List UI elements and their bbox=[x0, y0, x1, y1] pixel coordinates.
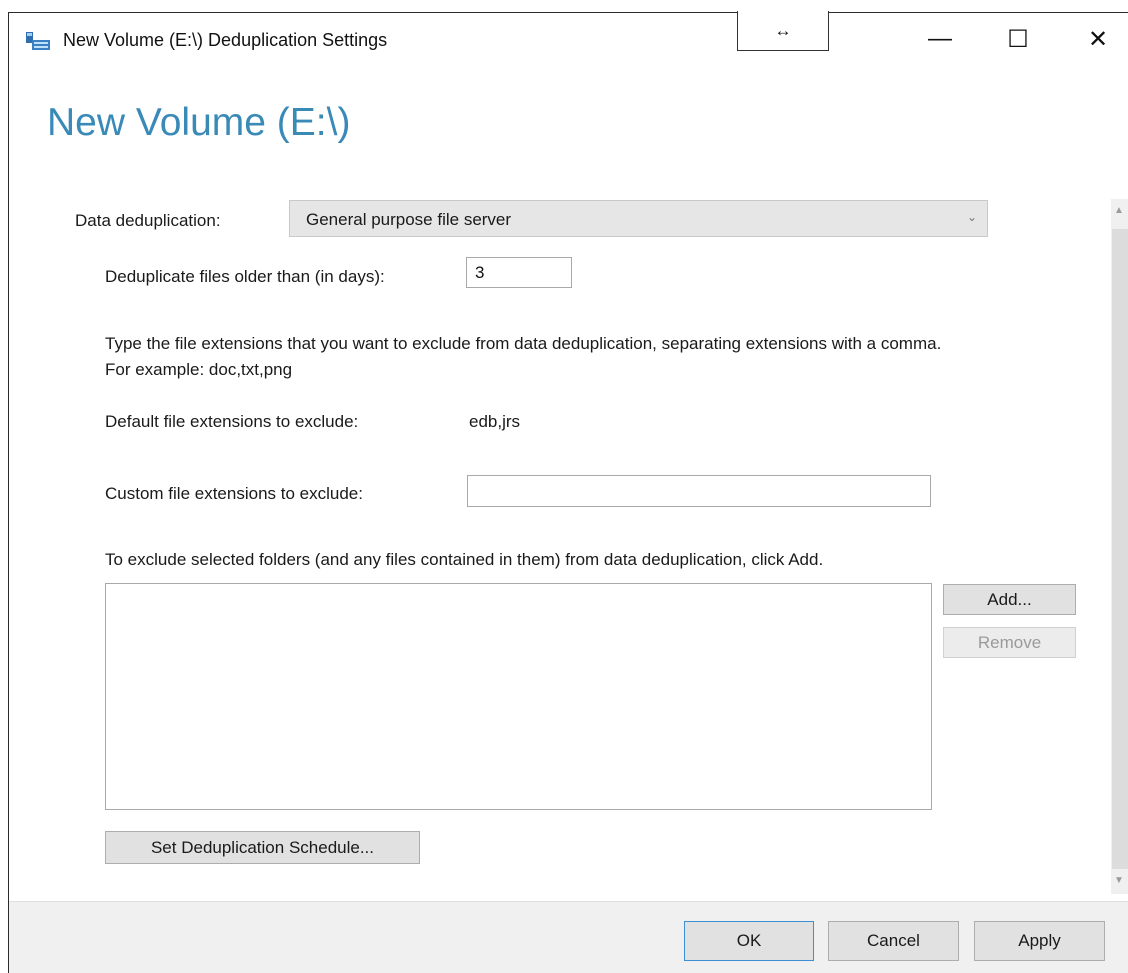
dedup-mode-value: General purpose file server bbox=[306, 210, 512, 229]
scrollbar-thumb[interactable] bbox=[1112, 229, 1128, 869]
file-age-label: Deduplicate files older than (in days): bbox=[105, 267, 385, 286]
chevron-down-icon: ⌄ bbox=[966, 210, 977, 224]
default-extensions-label: Default file extensions to exclude: bbox=[105, 412, 359, 431]
maximize-button[interactable]: ☐ bbox=[995, 19, 1041, 59]
custom-extensions-input[interactable] bbox=[467, 475, 931, 507]
extension-instructions: Type the file extensions that you want t… bbox=[105, 334, 942, 379]
remove-folder-button[interactable]: Remove bbox=[943, 627, 1076, 658]
default-extensions-value: edb,jrs bbox=[469, 412, 521, 431]
cancel-button[interactable]: Cancel bbox=[828, 921, 959, 961]
dedup-settings-window: New Volume (E:\) Deduplication Settings … bbox=[8, 11, 1128, 973]
add-folder-button[interactable]: Add... bbox=[943, 584, 1076, 615]
set-schedule-button[interactable]: Set Deduplication Schedule... bbox=[105, 831, 420, 864]
vertical-scrollbar[interactable]: ▲ ▼ bbox=[1111, 199, 1128, 894]
minimize-button[interactable]: — bbox=[917, 19, 963, 59]
volume-settings-icon bbox=[26, 32, 50, 50]
ok-button[interactable]: OK bbox=[684, 921, 814, 961]
title-bar[interactable]: New Volume (E:\) Deduplication Settings … bbox=[9, 11, 1128, 69]
window-title: New Volume (E:\) Deduplication Settings bbox=[63, 30, 388, 50]
close-button[interactable]: ✕ bbox=[1075, 19, 1121, 59]
scroll-up-icon[interactable]: ▲ bbox=[1114, 205, 1124, 216]
apply-button[interactable]: Apply bbox=[974, 921, 1105, 961]
resize-handle-icon[interactable]: ↔ bbox=[737, 11, 829, 51]
scroll-down-icon[interactable]: ▼ bbox=[1114, 875, 1124, 886]
excluded-folders-list[interactable] bbox=[105, 583, 932, 810]
dedup-mode-label: Data deduplication: bbox=[75, 211, 221, 230]
page-heading: New Volume (E:\) bbox=[47, 101, 351, 144]
folder-exclusion-instructions: To exclude selected folders (and any fil… bbox=[105, 550, 824, 569]
custom-extensions-label: Custom file extensions to exclude: bbox=[105, 484, 363, 503]
file-age-input[interactable] bbox=[466, 257, 572, 288]
dedup-mode-select[interactable]: General purpose file server ⌄ bbox=[289, 200, 988, 237]
dialog-footer bbox=[9, 901, 1128, 973]
